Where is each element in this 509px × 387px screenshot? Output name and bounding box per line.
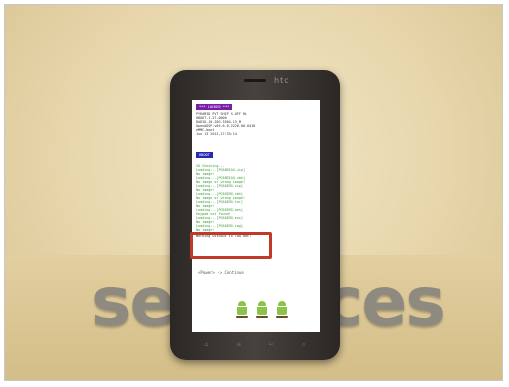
background-word-right: ces — [323, 263, 446, 342]
android-skateboard-icon — [276, 300, 288, 320]
phone-screen: *** LOCKED *** PYRAMID PVT SHIP S-OFF RL… — [192, 100, 320, 332]
highlight-box — [190, 232, 272, 259]
search-icon[interactable]: ⌕ — [300, 342, 308, 348]
home-icon[interactable]: ⌂ — [202, 342, 210, 348]
info-line: Jun 13 2012,17:33:14 — [196, 132, 237, 136]
phone: htc *** LOCKED *** PYRAMID PVT SHIP S-OF… — [170, 70, 340, 360]
menu-icon[interactable]: ≡ — [235, 342, 243, 348]
android-skateboard-icon — [236, 300, 248, 320]
background-word-left: se — [91, 263, 176, 342]
continue-option[interactable]: <Power> -> Continue — [198, 270, 244, 275]
capacitive-keys: ⌂ ≡ ↩ ⌕ — [190, 340, 320, 350]
android-skateboard-icon — [256, 300, 268, 320]
hboot-label: HBOOT — [196, 152, 213, 158]
back-icon[interactable]: ↩ — [267, 342, 275, 348]
locked-header: *** LOCKED *** — [196, 104, 233, 110]
android-mascots — [232, 300, 292, 322]
earpiece-speaker — [244, 79, 266, 82]
phone-brand: htc — [274, 76, 290, 85]
